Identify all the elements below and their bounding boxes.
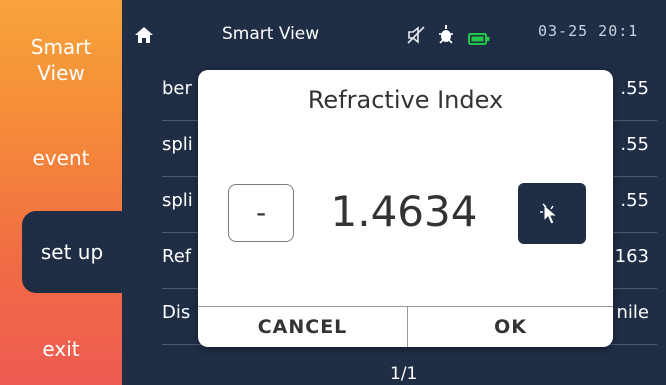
mute-icon: [406, 26, 426, 48]
dialog-title: Refractive Index: [307, 86, 504, 114]
setting-value: .55: [620, 78, 649, 99]
sidebar-item-label: set up: [40, 240, 104, 264]
refractive-index-value: 1.4634: [330, 187, 478, 236]
refractive-index-dialog: Refractive Index - 1.4634 CANCEL OK: [198, 70, 613, 347]
setting-label: ber: [162, 78, 192, 99]
page-indicator: 1/1: [390, 364, 418, 384]
sidebar-item-label: event: [32, 146, 90, 170]
sidebar-item-exit[interactable]: exit: [0, 336, 122, 362]
battery-icon: [468, 30, 490, 49]
ok-button[interactable]: OK: [408, 307, 613, 347]
dialog-actions: CANCEL OK: [198, 306, 613, 347]
status-bar: Smart View 03-25 20:1: [122, 0, 666, 64]
home-icon[interactable]: [134, 26, 154, 48]
ok-label: OK: [494, 316, 527, 338]
device-screen: Smart View event set up exit Smart View: [0, 0, 666, 385]
setting-value: .55: [620, 134, 649, 155]
setting-value: nile: [616, 302, 649, 323]
sidebar: Smart View event set up exit: [0, 0, 122, 385]
status-time: 03-25 20:1: [538, 22, 639, 40]
setting-value: .55: [620, 190, 649, 211]
status-title: Smart View: [222, 24, 320, 44]
decrement-button[interactable]: -: [228, 184, 294, 242]
setting-value: 163: [614, 246, 649, 267]
sidebar-item-label: exit: [42, 337, 80, 361]
setting-label: Ref: [162, 246, 192, 267]
decrement-label: -: [255, 196, 267, 229]
setting-label: Dis: [162, 302, 191, 323]
cancel-label: CANCEL: [257, 316, 348, 338]
setting-label: spli: [162, 190, 193, 211]
sidebar-item-event[interactable]: event: [0, 145, 122, 171]
cursor-icon: [540, 203, 564, 231]
sidebar-item-smart-view[interactable]: Smart View: [0, 34, 122, 86]
probe-icon: [436, 24, 456, 50]
sidebar-item-set-up[interactable]: set up: [22, 211, 122, 293]
cancel-button[interactable]: CANCEL: [198, 307, 408, 347]
increment-button[interactable]: [518, 183, 586, 244]
setting-label: spli: [162, 134, 193, 155]
sidebar-item-label: Smart View: [30, 35, 92, 85]
